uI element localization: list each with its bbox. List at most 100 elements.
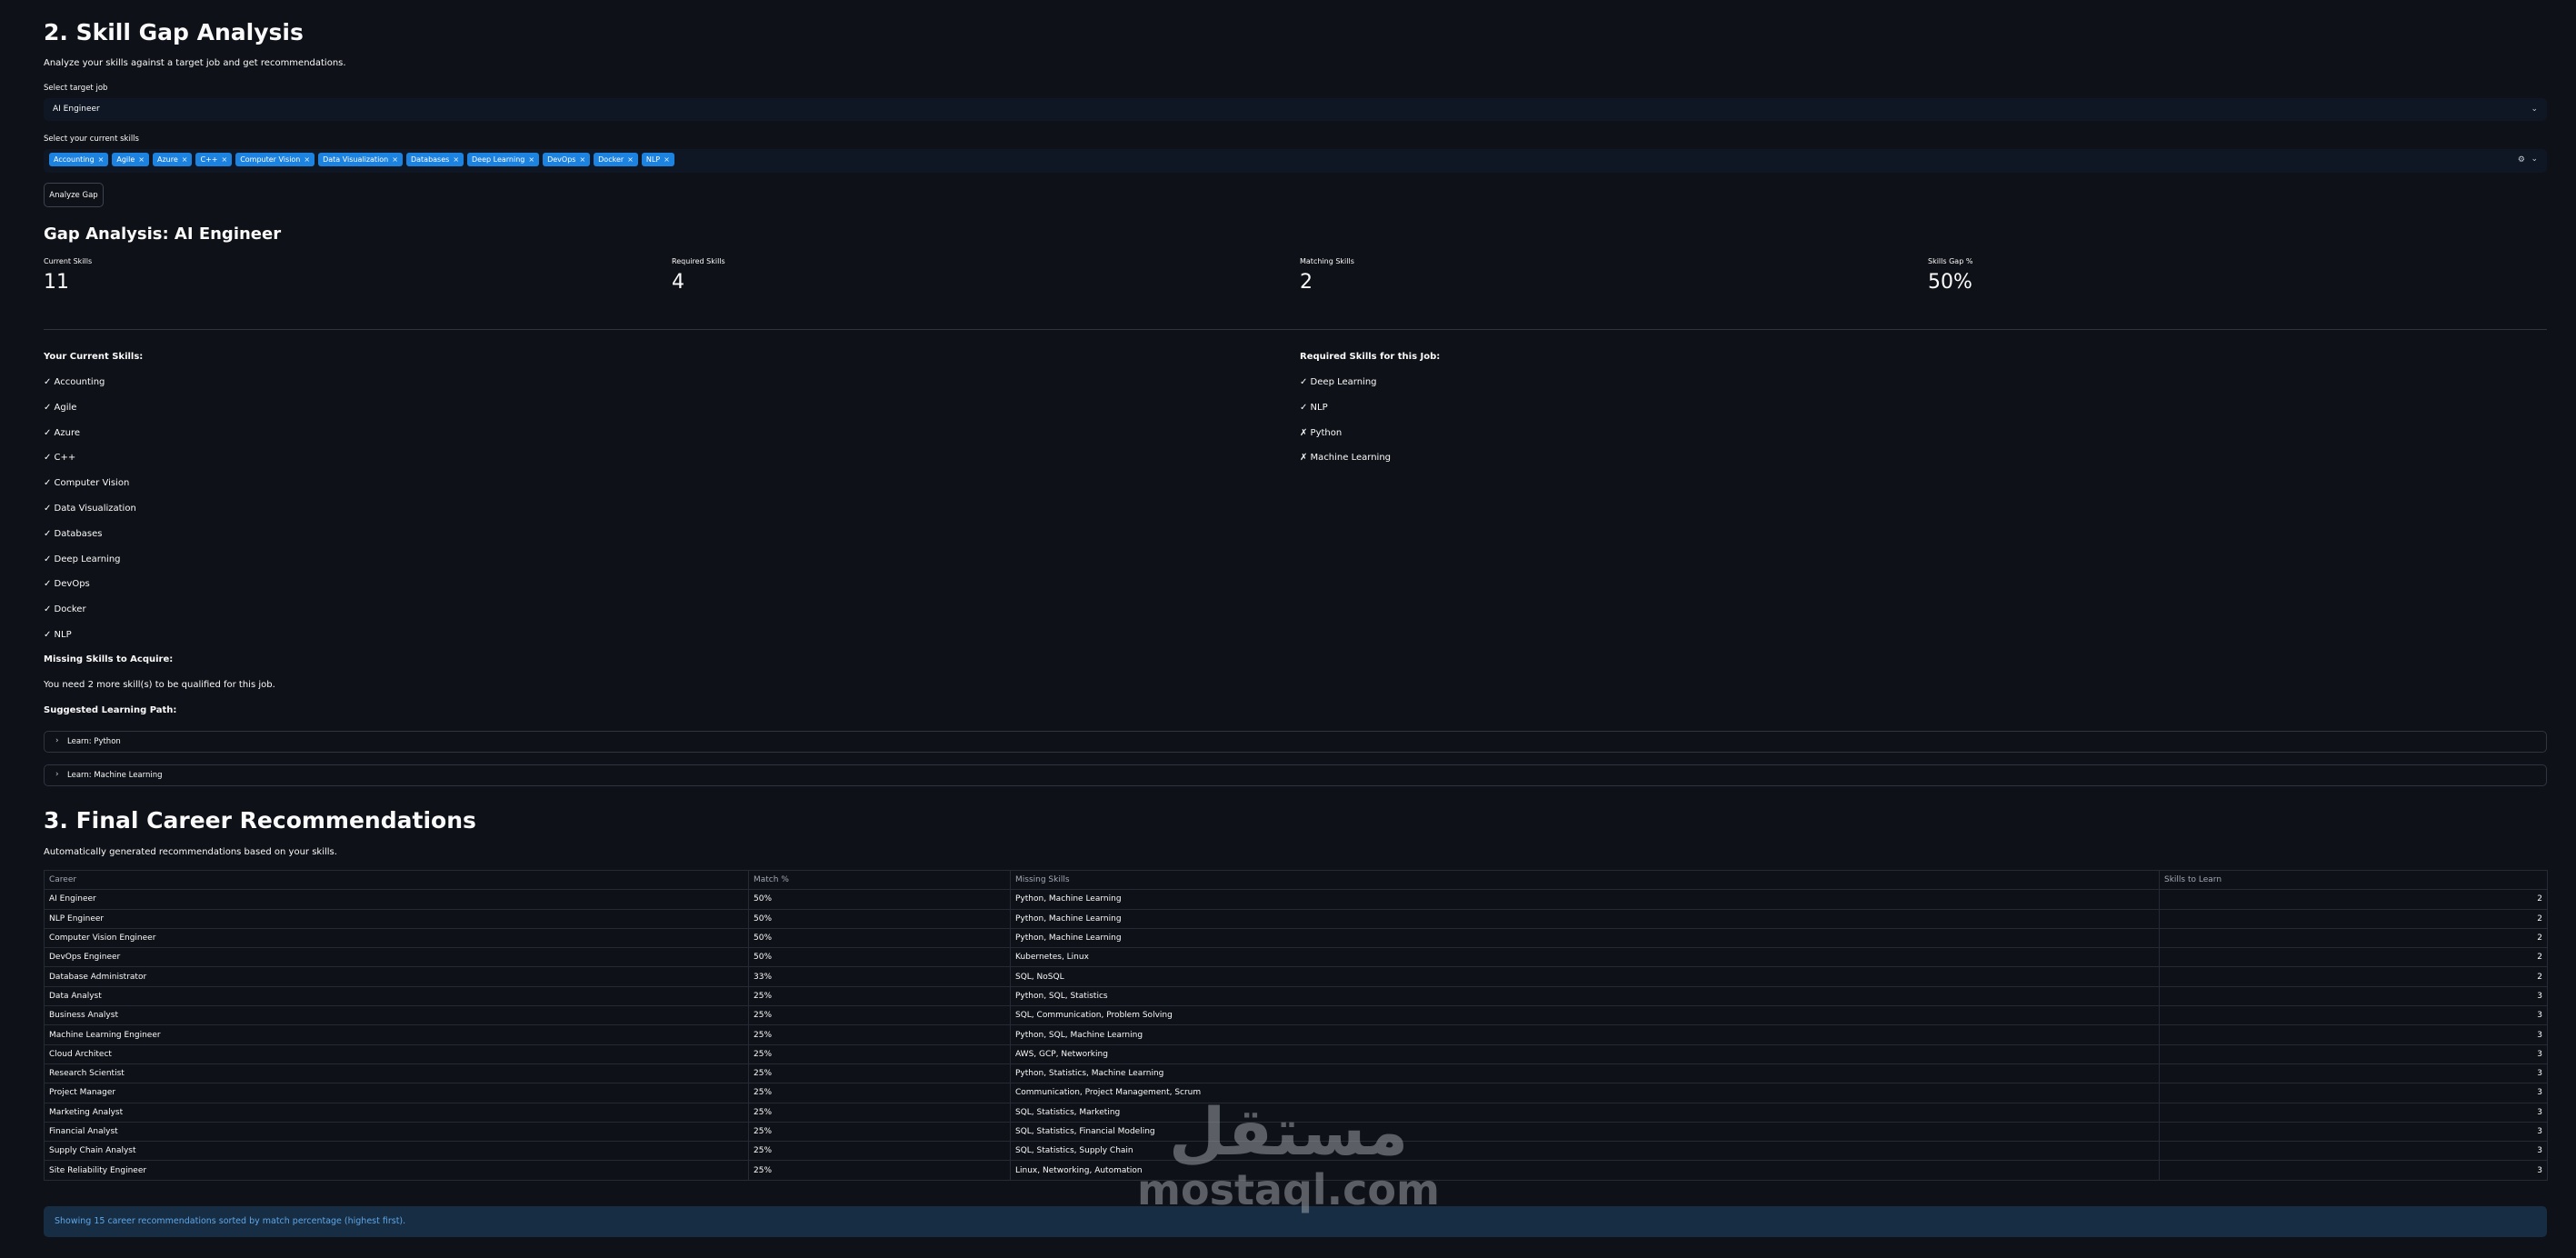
remove-tag-icon[interactable]: × [627, 155, 634, 164]
list-item: ✓ NLP [1300, 402, 1328, 413]
table-row[interactable]: DevOps Engineer 50% Kubernetes, Linux 2 [44, 947, 2548, 968]
remove-tag-icon[interactable]: × [392, 155, 398, 164]
skill-tag[interactable]: Agile × [112, 153, 149, 166]
table-row[interactable]: AI Engineer 50% Python, Machine Learning 2 [44, 889, 2548, 910]
skill-tag[interactable]: Azure × [153, 153, 193, 166]
skill-tag[interactable]: DevOps × [543, 153, 591, 166]
table-cell: Research Scientist [44, 1063, 749, 1084]
table-row[interactable]: Research Scientist 25% Python, Statistics,… [44, 1063, 2548, 1084]
remove-tag-icon[interactable]: × [528, 155, 534, 164]
table-cell: 2 [2159, 927, 2548, 949]
table-cell: 50% [748, 947, 1011, 968]
table-cell: 50% [748, 927, 1011, 949]
skill-tag[interactable]: C++ × [195, 153, 233, 166]
list-item: ✓ DevOps [44, 579, 90, 590]
table-cell: Data Analyst [44, 985, 749, 1007]
table-row[interactable]: Machine Learning Engineer 25% Python, SQL,… [44, 1024, 2548, 1045]
table-row[interactable]: Business Analyst 25% SQL, Communication, P… [44, 1005, 2548, 1026]
column-header-career[interactable]: Career [44, 869, 749, 891]
skill-tag[interactable]: Data Visualization × [318, 153, 403, 166]
table-row[interactable]: Computer Vision Engineer 50% Python, Machi… [44, 927, 2548, 949]
remove-tag-icon[interactable]: × [221, 155, 227, 164]
metric-required-skills: Required Skills 4 [672, 257, 725, 294]
table-cell: Python, Machine Learning [1010, 927, 2160, 949]
analyze-gap-button[interactable]: Analyze Gap [44, 183, 104, 207]
skills-multiselect[interactable]: Accounting × Agile × Azure × C++ × Computer Visi… [44, 149, 2547, 173]
table-cell: Site Reliability Engineer [44, 1160, 749, 1181]
remove-tag-icon[interactable]: × [98, 155, 105, 164]
table-cell: Business Analyst [44, 1005, 749, 1026]
table-cell: Python, Statistics, Machine Learning [1010, 1063, 2160, 1084]
skills-label: Select your current skills [44, 135, 139, 144]
gap-analysis-title: Gap Analysis: AI Engineer [44, 225, 282, 244]
list-item: ✗ Machine Learning [1300, 453, 1392, 464]
target-job-value: AI Engineer [53, 105, 100, 114]
skill-tag[interactable]: Deep Learning × [467, 153, 540, 166]
gear-icon[interactable]: ⚙ [2518, 155, 2525, 165]
skill-tag[interactable]: Docker × [594, 153, 638, 166]
chevron-right-icon: › [55, 736, 59, 745]
remove-tag-icon[interactable]: × [182, 155, 188, 164]
table-cell: AI Engineer [44, 889, 749, 910]
table-cell: Cloud Architect [44, 1043, 749, 1064]
chevron-down-icon[interactable]: ⌄ [2531, 105, 2538, 114]
table-cell: 50% [748, 908, 1011, 929]
list-item: ✓ C++ [44, 453, 76, 464]
table-cell: Financial Analyst [44, 1121, 749, 1143]
table-cell: DevOps Engineer [44, 947, 749, 968]
table-cell: 25% [748, 1102, 1011, 1123]
table-cell: Supply Chain Analyst [44, 1141, 749, 1162]
table-cell: Python, SQL, Machine Learning [1010, 1024, 2160, 1045]
skill-tag[interactable]: Accounting × [49, 153, 109, 166]
expander-learn-python[interactable]: › Learn: Python [44, 731, 2547, 753]
column-header-skills-to-learn[interactable]: Skills to Learn [2159, 869, 2548, 891]
current-skills-title: Your Current Skills: [44, 352, 144, 362]
table-row[interactable]: Data Analyst 25% Python, SQL, Statistics 3 [44, 985, 2548, 1007]
section-2-description: Analyze your skills against a target job… [44, 58, 346, 68]
missing-skills-title: Missing Skills to Acquire: [44, 654, 174, 664]
skill-tag[interactable]: NLP × [641, 153, 674, 166]
table-cell: 25% [748, 1121, 1011, 1143]
remove-tag-icon[interactable]: × [664, 155, 670, 164]
list-item: ✓ Deep Learning [1300, 377, 1377, 387]
table-cell: 2 [2159, 966, 2548, 987]
list-item: ✓ Accounting [44, 377, 105, 387]
expander-learn-machine-learning[interactable]: › Learn: Machine Learning [44, 764, 2547, 786]
skill-tag-label: Azure [157, 155, 178, 164]
column-header-missing[interactable]: Missing Skills [1010, 869, 2160, 891]
list-item: ✓ Computer Vision [44, 478, 130, 489]
table-cell: 2 [2159, 947, 2548, 968]
table-cell: Computer Vision Engineer [44, 927, 749, 949]
target-job-select[interactable]: AI Engineer ⌄ [44, 98, 2547, 121]
required-skills-title: Required Skills for this Job: [1300, 352, 1441, 362]
table-row[interactable]: Database Administrator 33% SQL, NoSQL 2 [44, 966, 2548, 987]
target-job-label: Select target job [44, 84, 108, 93]
table-cell: 25% [748, 1160, 1011, 1181]
skill-tag[interactable]: Computer Vision × [235, 153, 315, 166]
list-item: ✓ Azure [44, 427, 81, 438]
skill-tag[interactable]: Databases × [405, 153, 464, 166]
column-header-match[interactable]: Match % [748, 869, 1011, 891]
table-row[interactable]: NLP Engineer 50% Python, Machine Learning 2 [44, 908, 2548, 929]
skill-tag-label: Databases [410, 155, 450, 164]
table-cell: 3 [2159, 1121, 2548, 1143]
skill-tag-label: Accounting [54, 155, 95, 164]
table-row[interactable]: Cloud Architect 25% AWS, GCP, Networking 3 [44, 1043, 2548, 1064]
table-cell: 3 [2159, 1005, 2548, 1026]
remove-tag-icon[interactable]: × [304, 155, 310, 164]
skill-tag-label: Docker [598, 155, 624, 164]
table-cell: AWS, GCP, Networking [1010, 1043, 2160, 1064]
table-cell: Marketing Analyst [44, 1102, 749, 1123]
remove-tag-icon[interactable]: × [579, 155, 585, 164]
table-cell: 25% [748, 1063, 1011, 1084]
table-cell: 3 [2159, 1141, 2548, 1162]
table-cell: 25% [748, 1043, 1011, 1064]
divider [44, 329, 2547, 330]
watermark-arabic: مستقل [1168, 1093, 1409, 1170]
chevron-down-icon[interactable]: ⌄ [2531, 155, 2538, 164]
remove-tag-icon[interactable]: × [453, 155, 459, 164]
table-header: Career Match % Missing Skills Skills to … [44, 869, 2548, 891]
remove-tag-icon[interactable]: × [138, 155, 145, 164]
table-cell: Python, Machine Learning [1010, 889, 2160, 910]
table-cell: Project Manager [44, 1083, 749, 1103]
